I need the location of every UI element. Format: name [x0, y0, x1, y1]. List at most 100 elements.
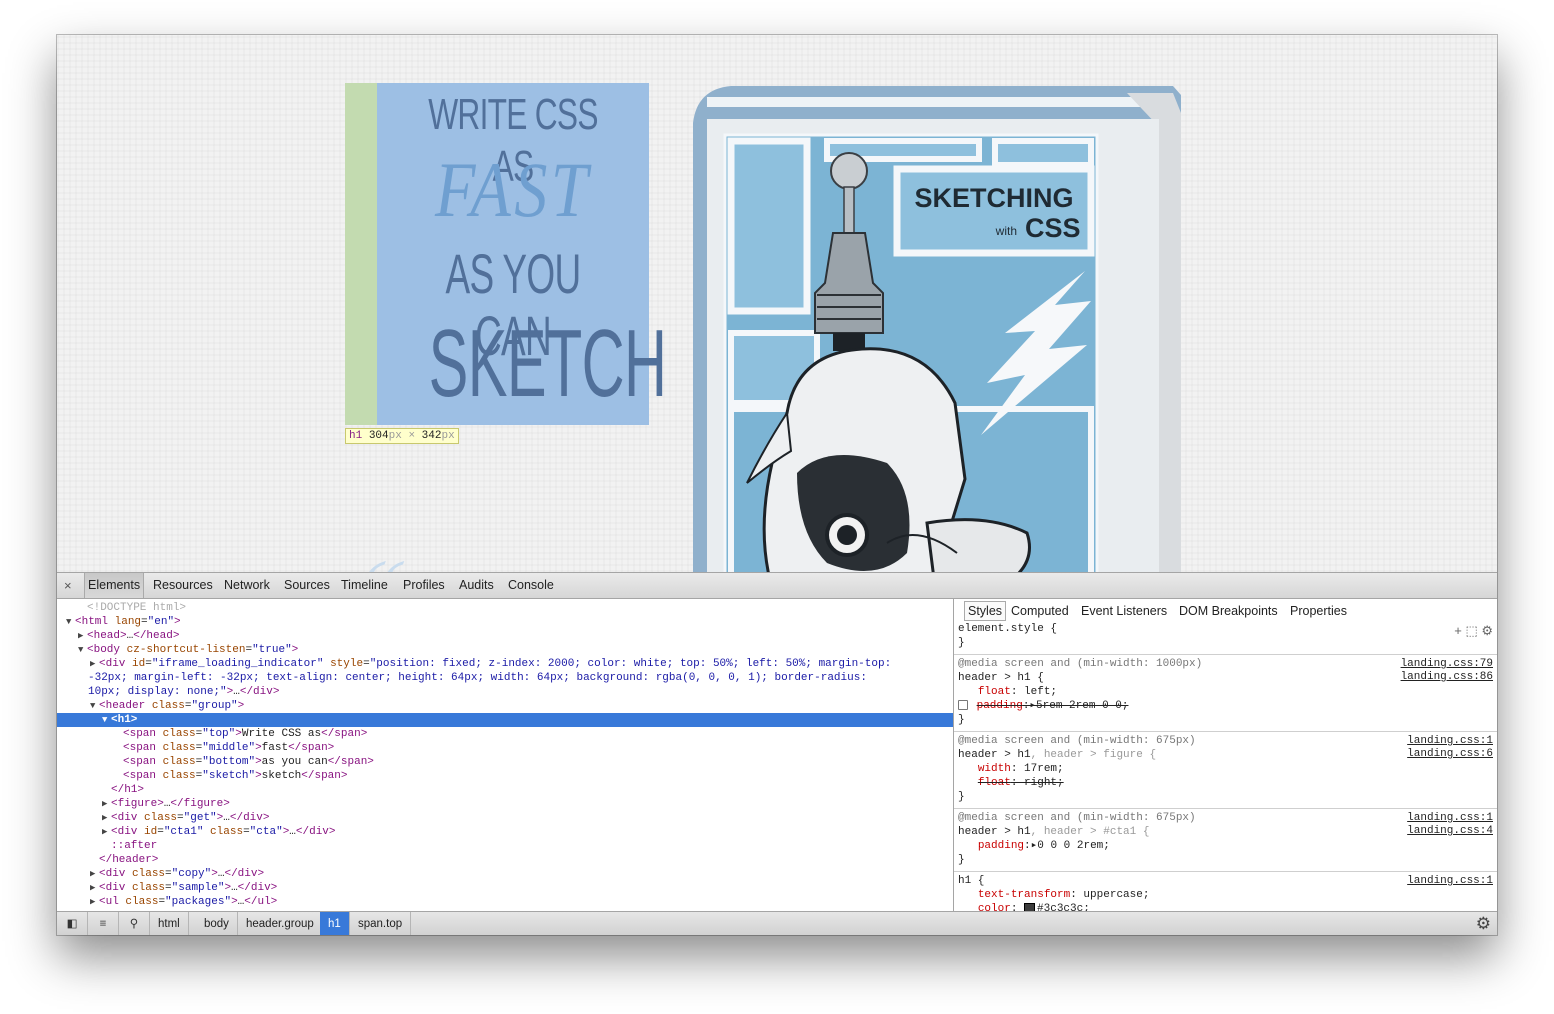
stylesheet-link[interactable]: landing.css:1: [1407, 875, 1493, 887]
breadcrumb-span-top[interactable]: span.top: [350, 912, 412, 935]
dom-node[interactable]: ▶ <head>…</head>: [57, 629, 953, 643]
disclosure-triangle-icon[interactable]: ▶: [102, 825, 111, 839]
dom-node-selected[interactable]: ▼ <h1>: [57, 713, 953, 727]
dom-node[interactable]: ::after: [57, 839, 953, 853]
dom-node[interactable]: <span class="sketch">sketch</span>: [57, 769, 953, 783]
breadcrumb-header-group[interactable]: header.group: [238, 912, 323, 935]
disclosure-triangle-icon[interactable]: ▶: [90, 657, 99, 671]
dom-node[interactable]: ▶ <div id="cta1" class="cta">…</div>: [57, 825, 953, 839]
tab-properties[interactable]: Properties: [1290, 602, 1347, 620]
disclosure-triangle-icon[interactable]: ▶: [78, 629, 87, 643]
style-line: }: [958, 714, 965, 726]
disclosure-triangle-icon[interactable]: ▶: [90, 895, 99, 909]
tooltip-unit: px: [388, 430, 402, 442]
style-line: width: 17rem;: [977, 763, 1064, 775]
dom-node[interactable]: <span class="top">Write CSS as</span>: [57, 727, 953, 741]
book-cover-image: SKETCHING with CSS: [693, 86, 1181, 572]
console-drawer-icon[interactable]: ≡: [88, 912, 119, 935]
disclosure-triangle-icon[interactable]: ▶: [90, 867, 99, 881]
stylesheet-link[interactable]: landing.css:4: [1407, 825, 1493, 837]
tab-resources[interactable]: Resources: [153, 573, 213, 598]
devtools-tabbar: × Elements Resources Network Sources Tim…: [57, 573, 1497, 599]
dom-node[interactable]: <span class="middle">fast</span>: [57, 741, 953, 755]
tab-computed[interactable]: Computed: [1011, 602, 1069, 620]
styles-tabbar: Styles Computed Event Listeners DOM Brea…: [954, 599, 1497, 623]
disclosure-triangle-icon[interactable]: ▶: [102, 811, 111, 825]
style-line: }: [958, 637, 965, 649]
book-css: CSS: [1025, 213, 1081, 243]
disclosure-triangle-icon[interactable]: ▼: [66, 615, 75, 629]
stylesheet-link[interactable]: landing.css:86: [1401, 671, 1493, 683]
tab-styles[interactable]: Styles: [964, 601, 1007, 621]
style-line: float: right;: [977, 777, 1064, 789]
settings-gear-icon[interactable]: ⚙: [1476, 914, 1491, 934]
dom-tree[interactable]: <!DOCTYPE html> ▼ <html lang="en"> ▶ <head>……: [57, 599, 953, 911]
tooltip-height: 342: [421, 430, 442, 442]
disclosure-triangle-icon[interactable]: ▶: [102, 797, 111, 811]
quote-mark-decoration: “: [338, 540, 415, 572]
rule-separator: [954, 871, 1497, 872]
style-line: element.style {: [958, 623, 1058, 635]
tab-sources[interactable]: Sources: [284, 573, 330, 598]
tab-event-listeners[interactable]: Event Listeners: [1081, 602, 1167, 620]
breadcrumb-html[interactable]: html: [150, 912, 189, 935]
devtools-panel: × Elements Resources Network Sources Tim…: [57, 572, 1497, 935]
rule-separator: [954, 731, 1497, 732]
style-line: }: [958, 791, 965, 803]
rule-separator: [954, 654, 1497, 655]
dom-node[interactable]: ▶ <ul class="packages">…</ul>: [57, 895, 953, 909]
dom-node[interactable]: ▶ <div class="sample">…</div>: [57, 881, 953, 895]
dom-node[interactable]: </header>: [57, 853, 953, 867]
h1-span-middle: fast: [434, 146, 592, 233]
stylesheet-link[interactable]: landing.css:6: [1407, 748, 1493, 760]
dom-node[interactable]: ▶ <div class="get">…</div>: [57, 811, 953, 825]
dom-node[interactable]: ▶ <div class="copy">…</div>: [57, 867, 953, 881]
rule-separator: [954, 808, 1497, 809]
style-line: color: #3c3c3c;: [954, 903, 1497, 911]
tab-console[interactable]: Console: [508, 573, 554, 598]
devtools-close-icon[interactable]: ×: [64, 578, 72, 593]
disclosure-triangle-icon[interactable]: ▼: [102, 713, 111, 727]
tab-dom-breakpoints[interactable]: DOM Breakpoints: [1179, 602, 1278, 620]
tooltip-times: ×: [408, 430, 416, 442]
stylesheet-link[interactable]: landing.css:1: [1407, 735, 1493, 747]
disclosure-triangle-icon[interactable]: ▶: [90, 881, 99, 895]
stylesheet-link[interactable]: landing.css:1: [1407, 812, 1493, 824]
stylesheet-link[interactable]: landing.css:79: [1401, 658, 1493, 670]
dom-node[interactable]: ▶ <div id="iframe_loading_indicator" styl…: [57, 657, 953, 671]
dom-node[interactable]: 10px; display: none;">…</div>: [57, 685, 953, 699]
search-icon[interactable]: ⚲: [119, 912, 150, 935]
tab-profiles[interactable]: Profiles: [403, 573, 445, 598]
dom-node[interactable]: ▼ <body cz-shortcut-listen="true">: [57, 643, 953, 657]
h1-padding-highlight: [345, 83, 377, 425]
dom-node[interactable]: </h1>: [57, 783, 953, 797]
style-line: text-transform: uppercase;: [977, 889, 1150, 901]
h1-highlight[interactable]: Write CSS as fast as you can sketch: [377, 83, 667, 425]
tab-elements[interactable]: Elements: [84, 573, 145, 598]
devtools-bottombar: ◧ ≡ ⚲ html body header.group h1 span.top ⚙: [57, 911, 1497, 935]
book-title: SKETCHING: [914, 183, 1073, 213]
tab-timeline[interactable]: Timeline: [341, 573, 388, 598]
dom-node[interactable]: -32px; margin-left: -32px; text-align: c…: [57, 671, 953, 685]
style-line: }: [958, 854, 965, 866]
browser-window: Write CSS as fast as you can sketch h1 3…: [57, 35, 1497, 935]
style-line: float: left;: [977, 686, 1058, 698]
disclosure-triangle-icon[interactable]: ▼: [90, 699, 99, 713]
dom-node[interactable]: <span class="bottom">as you can</span>: [57, 755, 953, 769]
tooltip-width: 304: [368, 430, 389, 442]
dock-toggle-icon[interactable]: ◧: [57, 912, 88, 935]
tab-audits[interactable]: Audits: [459, 573, 494, 598]
tab-network[interactable]: Network: [224, 573, 270, 598]
dom-node[interactable]: <!DOCTYPE html>: [57, 601, 953, 615]
dom-node[interactable]: ▼ <html lang="en">: [57, 615, 953, 629]
book-with: with: [995, 224, 1017, 238]
disclosure-triangle-icon[interactable]: ▼: [78, 643, 87, 657]
breadcrumb-body[interactable]: body: [196, 912, 238, 935]
styles-sidebar: Styles Computed Event Listeners DOM Brea…: [954, 599, 1497, 911]
dom-node[interactable]: ▼ <header class="group">: [57, 699, 953, 713]
breadcrumb-h1[interactable]: h1: [320, 912, 350, 935]
style-line: padding:▸5rem 2rem 0 0;: [954, 700, 1497, 713]
tooltip-unit-2: px: [441, 430, 455, 442]
tooltip-tag: h1: [349, 430, 363, 442]
dom-node[interactable]: ▶ <figure>…</figure>: [57, 797, 953, 811]
